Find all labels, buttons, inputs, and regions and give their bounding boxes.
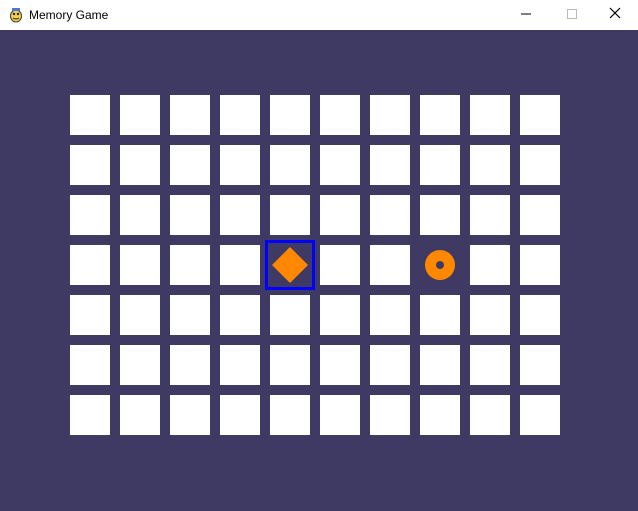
memory-tile[interactable] [70,345,110,385]
memory-tile-revealed[interactable] [270,245,310,285]
memory-tile[interactable] [520,345,560,385]
memory-tile[interactable] [420,395,460,435]
maximize-icon [567,6,577,24]
minimize-icon [521,6,531,24]
memory-tile[interactable] [520,295,560,335]
memory-tile[interactable] [320,245,360,285]
memory-tile[interactable] [120,395,160,435]
memory-tile[interactable] [120,345,160,385]
game-board[interactable] [0,30,638,511]
memory-tile[interactable] [70,145,110,185]
memory-tile[interactable] [170,345,210,385]
donut-icon [425,250,455,280]
memory-tile[interactable] [270,345,310,385]
memory-tile[interactable] [520,395,560,435]
memory-tile[interactable] [320,295,360,335]
memory-tile[interactable] [270,95,310,135]
title-bar[interactable]: Memory Game [0,0,638,30]
memory-tile[interactable] [170,195,210,235]
memory-tile[interactable] [120,145,160,185]
memory-tile[interactable] [420,145,460,185]
memory-tile[interactable] [70,195,110,235]
memory-tile[interactable] [270,195,310,235]
memory-tile[interactable] [370,145,410,185]
memory-tile[interactable] [420,295,460,335]
memory-tile[interactable] [420,345,460,385]
memory-tile[interactable] [170,295,210,335]
diamond-icon [272,247,308,283]
memory-tile[interactable] [520,195,560,235]
memory-tile[interactable] [320,95,360,135]
minimize-button[interactable] [503,0,549,30]
memory-tile-revealed[interactable] [420,245,460,285]
memory-tile[interactable] [170,145,210,185]
memory-tile[interactable] [120,195,160,235]
memory-tile[interactable] [220,395,260,435]
memory-tile[interactable] [520,145,560,185]
memory-tile[interactable] [370,395,410,435]
memory-tile[interactable] [220,245,260,285]
memory-tile[interactable] [220,195,260,235]
memory-tile[interactable] [120,245,160,285]
memory-tile[interactable] [370,195,410,235]
diamond-shape [272,247,308,283]
pygame-snake-icon [8,7,24,23]
memory-tile[interactable] [70,95,110,135]
memory-tile[interactable] [470,195,510,235]
memory-tile[interactable] [470,395,510,435]
memory-tile[interactable] [370,95,410,135]
memory-tile[interactable] [470,295,510,335]
memory-tile[interactable] [170,395,210,435]
close-icon [609,6,621,24]
memory-tile[interactable] [320,145,360,185]
memory-tile[interactable] [520,245,560,285]
memory-tile[interactable] [520,95,560,135]
close-button[interactable] [592,0,638,30]
memory-tile[interactable] [120,95,160,135]
memory-tile[interactable] [70,395,110,435]
memory-tile[interactable] [170,95,210,135]
maximize-button[interactable] [549,0,595,30]
window-title: Memory Game [29,8,109,22]
memory-tile[interactable] [470,245,510,285]
memory-tile[interactable] [70,245,110,285]
memory-tile[interactable] [70,295,110,335]
memory-tile[interactable] [420,95,460,135]
memory-tile[interactable] [470,345,510,385]
donut-hole [436,261,444,269]
memory-tile[interactable] [220,295,260,335]
memory-tile[interactable] [270,145,310,185]
memory-tile[interactable] [270,395,310,435]
memory-tile[interactable] [120,295,160,335]
memory-tile[interactable] [320,345,360,385]
memory-tile[interactable] [220,95,260,135]
memory-tile[interactable] [370,245,410,285]
memory-tile[interactable] [470,145,510,185]
memory-tile[interactable] [370,345,410,385]
memory-tile[interactable] [320,195,360,235]
memory-tile[interactable] [370,295,410,335]
memory-tile[interactable] [320,395,360,435]
app-window: Memory Game [0,0,638,511]
memory-tile[interactable] [220,145,260,185]
memory-tile[interactable] [220,345,260,385]
memory-tile[interactable] [170,245,210,285]
memory-tile[interactable] [420,195,460,235]
memory-tile[interactable] [270,295,310,335]
memory-tile[interactable] [470,95,510,135]
